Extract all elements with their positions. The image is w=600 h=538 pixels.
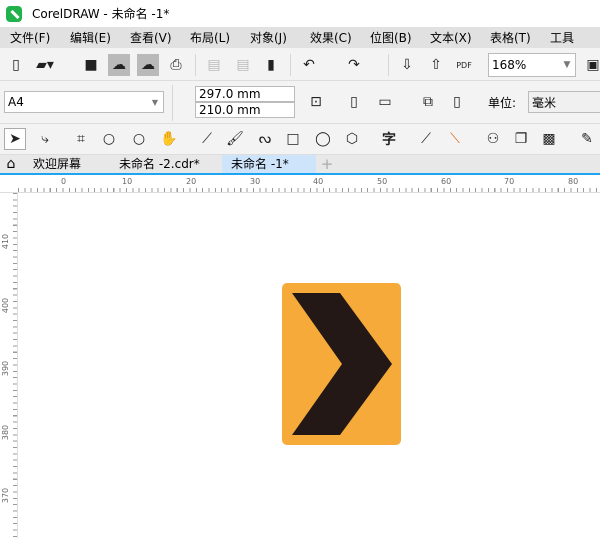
print-icon[interactable]: ⎙ — [165, 54, 187, 76]
save-icon[interactable]: ■ — [80, 54, 102, 76]
all-pages-icon[interactable]: ⧉ — [417, 91, 439, 113]
zoom-dropdown-icon[interactable]: ▼ — [556, 54, 578, 76]
new-document-icon[interactable]: ▯ — [5, 54, 27, 76]
zoom-out-icon[interactable]: ○ — [128, 128, 150, 150]
freehand-tool-icon[interactable]: ⟋ — [196, 128, 218, 150]
copy-icon[interactable]: ▤ — [232, 54, 254, 76]
menu-view[interactable]: 查看(V) — [130, 29, 180, 46]
portrait-icon[interactable]: ▯ — [343, 91, 365, 113]
connector-tool-icon[interactable]: ⟍ — [444, 128, 466, 150]
menu-edit[interactable]: 编辑(E) — [70, 29, 120, 46]
title-bar: CorelDRAW - 未命名 -1* — [0, 0, 600, 27]
document-tabs: ⌂ 欢迎屏幕 未命名 -2.cdr* 未命名 -1* + — [0, 155, 600, 175]
current-page-icon[interactable]: ▯ — [446, 91, 468, 113]
dimension-tool-icon[interactable]: ⟋ — [415, 128, 437, 150]
crop-tool-icon[interactable]: ⌗ — [70, 128, 92, 150]
menu-tools[interactable]: 工具 — [550, 29, 600, 46]
menu-bitmaps[interactable]: 位图(B) — [370, 29, 420, 46]
menu-bar: 文件(F) 编辑(E) 查看(V) 布局(L) 对象(J) 效果(C) 位图(B… — [0, 27, 600, 48]
pan-tool-icon[interactable]: ✋ — [158, 128, 180, 150]
import-icon[interactable]: ⇩ — [396, 54, 418, 76]
tab-untitled-2[interactable]: 未命名 -2.cdr* — [114, 155, 222, 173]
chevron-sign[interactable] — [282, 283, 401, 445]
menu-effects[interactable]: 效果(C) — [310, 29, 360, 46]
menu-text[interactable]: 文本(X) — [430, 29, 480, 46]
zoom-to-page-icon[interactable]: ▣ — [582, 54, 600, 76]
undo-icon[interactable]: ↶ — [298, 54, 320, 76]
standard-toolbar: ▯ ▰▾ ■ ☁ ☁ ⎙ ▤ ▤ ▮ ↶ ↷ ⇩ ⇧ PDF 168% ▼ ▣ — [0, 48, 600, 81]
menu-table[interactable]: 表格(T) — [490, 29, 540, 46]
rectangle-tool-icon[interactable]: □ — [282, 128, 304, 150]
blend-tool-icon[interactable]: ⚇ — [482, 128, 504, 150]
pick-tool-icon[interactable]: ➤ — [4, 128, 26, 150]
zoom-tool-icon[interactable]: ○ — [98, 128, 120, 150]
transparency-tool-icon[interactable]: ▩ — [538, 128, 560, 150]
paste-icon[interactable]: ▮ — [260, 54, 282, 76]
new-tab-icon[interactable]: + — [316, 155, 338, 173]
tab-untitled-1[interactable]: 未命名 -1* — [222, 155, 316, 173]
units-label: 单位: — [488, 96, 517, 110]
page-height-field[interactable]: 297.0 mm — [195, 86, 295, 102]
page-width-field[interactable]: 210.0 mm — [195, 102, 295, 118]
page-size-select[interactable]: A4 ▼ — [4, 91, 164, 113]
cut-icon[interactable]: ▤ — [203, 54, 225, 76]
menu-layout[interactable]: 布局(L) — [190, 29, 240, 46]
spiral-tool-icon[interactable]: ᔓ — [254, 128, 276, 150]
window-title: CorelDRAW - 未命名 -1* — [32, 7, 170, 21]
landscape-icon[interactable]: ▭ — [374, 91, 396, 113]
drop-shadow-tool-icon[interactable]: ❐ — [510, 128, 532, 150]
menu-object[interactable]: 对象(J) — [250, 29, 300, 46]
brush-tool-icon[interactable]: 🖌 — [224, 128, 246, 150]
ellipse-tool-icon[interactable]: ◯ — [312, 128, 334, 150]
horizontal-ruler[interactable]: 0 10 20 30 40 50 60 70 80 — [0, 175, 600, 193]
redo-icon[interactable]: ↷ — [343, 54, 365, 76]
home-icon[interactable]: ⌂ — [0, 155, 22, 173]
tab-welcome[interactable]: 欢迎屏幕 — [22, 155, 114, 173]
export-icon[interactable]: ⇧ — [425, 54, 447, 76]
shape-tool-icon[interactable]: ⤷ — [34, 128, 56, 150]
pdf-export-icon[interactable]: PDF — [453, 54, 475, 76]
polygon-tool-icon[interactable]: ⬡ — [341, 128, 363, 150]
page-origin-icon[interactable]: ⊡ — [305, 91, 327, 113]
units-select[interactable]: 毫米 — [528, 91, 600, 113]
eyedropper-tool-icon[interactable]: ✎ — [576, 128, 598, 150]
text-tool-icon[interactable]: 字 — [378, 128, 400, 150]
menu-file[interactable]: 文件(F) — [10, 29, 60, 46]
open-folder-icon[interactable]: ▰▾ — [34, 54, 56, 76]
coreldraw-logo-icon — [6, 5, 22, 22]
cloud-upload-icon[interactable]: ☁ — [137, 54, 159, 76]
toolbox: ➤ ⤷ ⌗ ○ ○ ✋ ⟋ 🖌 ᔓ □ ◯ ⬡ 字 ⟋ ⟍ ⚇ ❐ ▩ ✎ — [0, 124, 600, 155]
cloud-download-icon[interactable]: ☁ — [108, 54, 130, 76]
vertical-ruler[interactable]: 410 400 390 380 370 — [0, 193, 18, 538]
property-bar: A4 ▼ 297.0 mm 210.0 mm ⊡ ▯ ▭ ⧉ ▯ 单位: 毫米 — [0, 81, 600, 124]
